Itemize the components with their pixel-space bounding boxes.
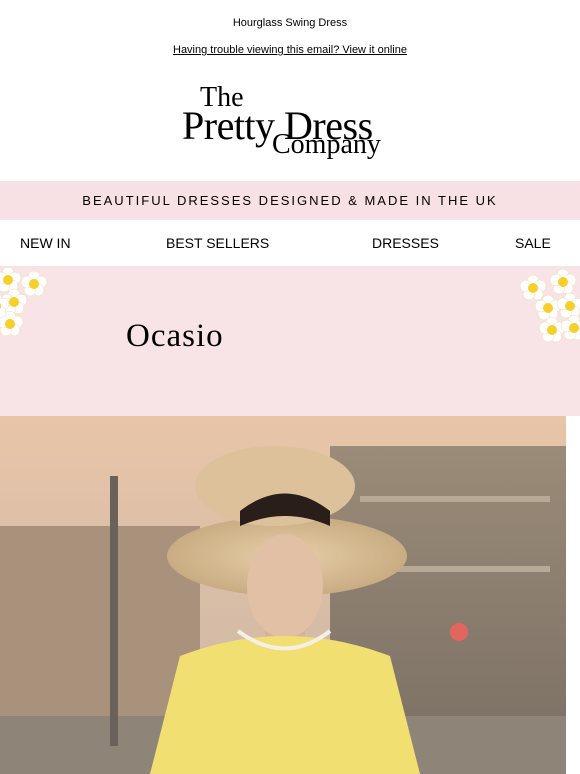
- logo[interactable]: The Pretty Dress Company: [0, 84, 580, 164]
- brand-title: Ocasio: [126, 318, 224, 354]
- nav-dresses[interactable]: DRESSES: [372, 235, 439, 251]
- nav-new-in[interactable]: NEW IN: [20, 235, 71, 251]
- logo-line-3: Company: [272, 129, 381, 160]
- view-online-link[interactable]: Having trouble viewing this email? View …: [173, 44, 407, 56]
- nav-sale[interactable]: SALE: [515, 235, 551, 251]
- hero-banner[interactable]: Ocasio: [0, 266, 580, 416]
- hero-photo[interactable]: [0, 416, 566, 774]
- preheader-text: Hourglass Swing Dress: [232, 17, 348, 29]
- promo-banner: BEAUTIFUL DRESSES DESIGNED & MADE IN THE…: [0, 181, 580, 220]
- main-nav: NEW IN BEST SELLERS DRESSES SALE: [0, 220, 580, 266]
- view-online-row: Having trouble viewing this email? View …: [0, 44, 580, 56]
- photo-right-margin: [566, 416, 580, 774]
- nav-best-sellers[interactable]: BEST SELLERS: [166, 235, 269, 251]
- flower-icon: [0, 266, 580, 343]
